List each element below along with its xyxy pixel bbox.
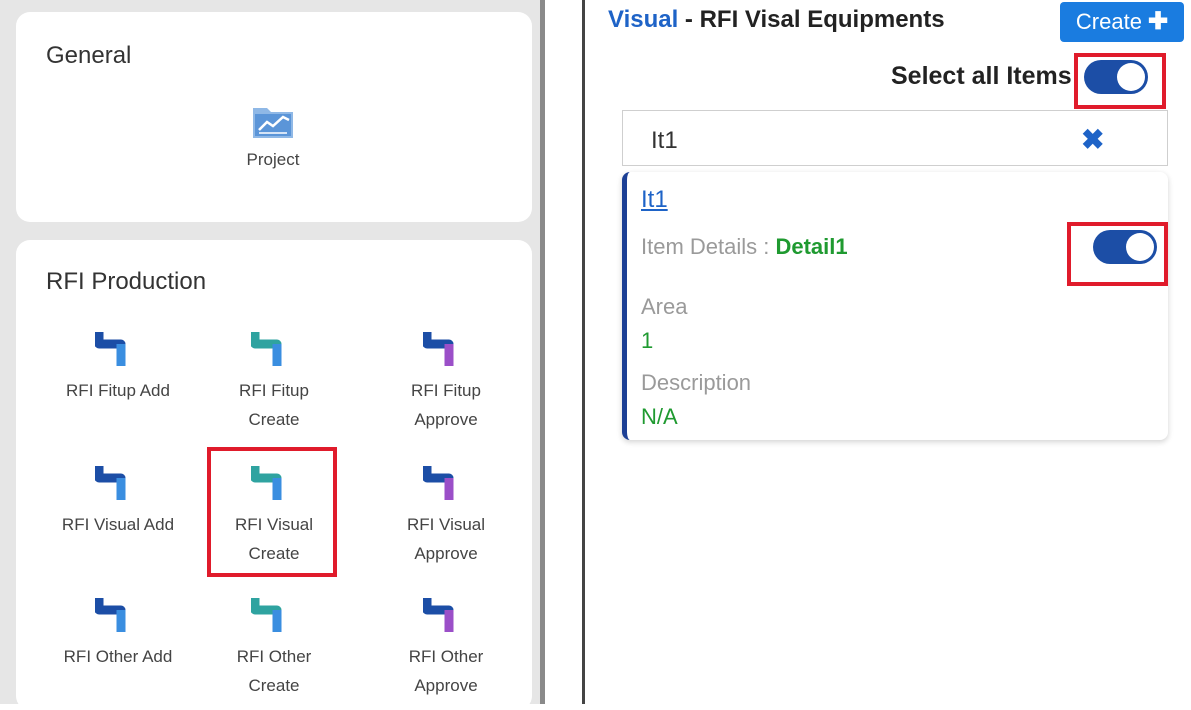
tile-label: RFI Fitup Add [66, 381, 170, 400]
search-input[interactable]: It1 ✖ [622, 110, 1168, 166]
tile-rfi-fitup-add[interactable]: RFI Fitup Add [38, 328, 198, 405]
chart-folder-icon [253, 108, 293, 138]
description-label: Description [641, 370, 752, 395]
vertical-divider [582, 0, 585, 704]
tile-label: RFI Fitup Approve [411, 381, 481, 429]
title-brand: Visual [608, 6, 679, 33]
tile-label: RFI Other Create [236, 647, 312, 695]
area-value: 1 [641, 328, 654, 353]
tile-rfi-fitup-create[interactable]: RFI Fitup Create [194, 328, 354, 434]
tile-rfi-other-create[interactable]: RFI Other Create [194, 594, 354, 700]
description-value: N/A [641, 404, 678, 429]
rfi-production-title: RFI Production [46, 268, 207, 295]
rfi-production-card: RFI Production RFI Fitup Add RFI Fitup Cr… [16, 240, 532, 710]
pipe-icon [423, 598, 454, 632]
general-card: General Project [16, 12, 532, 222]
tile-label: RFI Other Approve [408, 647, 484, 695]
project-label: Project [246, 150, 300, 169]
item-details-label: Item Details : [641, 234, 776, 259]
plus-icon: ✚ [1147, 8, 1169, 35]
tile-rfi-visual-approve[interactable]: RFI Visual Approve [366, 462, 526, 568]
pipe-icon [95, 332, 126, 366]
pipe-icon [251, 332, 282, 366]
create-label: Create [1075, 9, 1142, 34]
general-title: General [46, 42, 132, 69]
item-details-value: Detail1 [775, 234, 848, 259]
pipe-icon [423, 332, 454, 366]
tile-rfi-fitup-approve[interactable]: RFI Fitup Approve [366, 328, 526, 434]
page-title: Visual - RFI Visal Equipments [608, 6, 945, 34]
tile-label: RFI Visual Approve [406, 515, 486, 563]
item-details: Item Details : Detail1 [641, 234, 848, 260]
highlight-item-toggle [1067, 222, 1168, 286]
close-icon[interactable]: ✖ [1081, 123, 1104, 156]
tile-label: RFI Visual Add [61, 515, 175, 534]
area-label: Area [641, 294, 688, 319]
item-id-link[interactable]: It1 [641, 186, 668, 214]
tile-rfi-other-add[interactable]: RFI Other Add [38, 594, 198, 671]
title-text: - RFI Visal Equipments [678, 6, 945, 33]
create-button[interactable]: Create ✚ [1060, 2, 1184, 42]
pipe-icon [423, 466, 454, 500]
tile-rfi-other-approve[interactable]: RFI Other Approve [366, 594, 526, 700]
tile-label: RFI Other Add [63, 647, 173, 666]
project-tile[interactable]: Project [228, 102, 318, 170]
tile-label: RFI Fitup Create [239, 381, 309, 429]
left-panel-border [540, 0, 545, 704]
item-card[interactable]: It1 Item Details : Detail1 Area 1 Descri… [622, 172, 1168, 440]
highlight-select-all [1074, 53, 1166, 109]
pipe-icon [251, 598, 282, 632]
select-all-label: Select all Items [891, 62, 1072, 90]
pipe-icon [95, 598, 126, 632]
left-panel: General Project RFI Production RFI Fitup… [0, 0, 545, 710]
search-value: It1 [651, 127, 678, 154]
highlight-rfi-visual-create [207, 447, 337, 577]
pipe-icon [95, 466, 126, 500]
tile-rfi-visual-add[interactable]: RFI Visual Add [38, 462, 198, 539]
